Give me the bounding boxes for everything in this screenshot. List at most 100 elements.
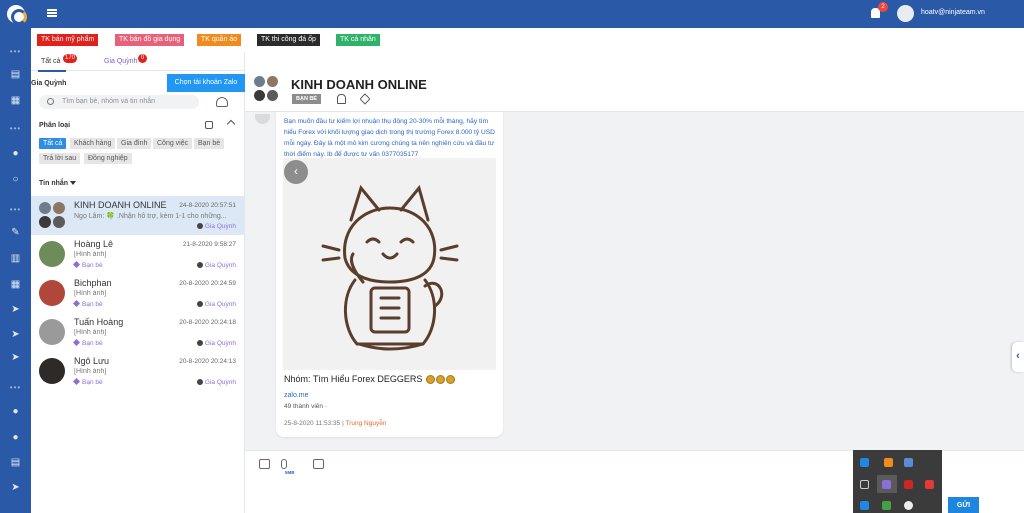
conversation-item[interactable]: Hoàng Lê 21-8-2020 9:58:27 [Hình ảnh] Bạ… (31, 235, 244, 274)
label-chip-customer[interactable]: Khách hàng (70, 138, 116, 149)
app-tray-icon[interactable] (860, 480, 869, 489)
clipboard-list-icon[interactable]: ▦ (0, 277, 31, 291)
image-upload-icon[interactable] (259, 459, 270, 469)
conversation-name: Ngô Lưu (74, 356, 110, 366)
conversation-owner: Gia Quỳnh (196, 340, 236, 347)
message-square-icon[interactable]: ▤ (0, 455, 31, 469)
label-chip-work[interactable]: Công việc (153, 138, 193, 149)
conversation-item[interactable]: Ngô Lưu 20-8-2020 20:24:13 [Hình ảnh] Bạ… (31, 352, 244, 391)
edit-icon[interactable]: ✎ (0, 225, 31, 239)
lucky-cat-image[interactable] (283, 158, 496, 370)
label-chip-all[interactable]: Tất cả (39, 138, 67, 149)
account-tag[interactable]: TK bán mỹ phẩm (37, 34, 99, 46)
group-name-text: Nhóm: Tìm Hiểu Forex DEGGERS (284, 374, 423, 384)
search-placeholder: Tìm bạn bè, nhóm và tin nhắn (62, 98, 155, 105)
choose-zalo-account-button[interactable]: Chọn tài khoản Zalo (167, 74, 245, 92)
group-avatar (39, 202, 65, 228)
file-size-limit: 5MB (285, 470, 295, 475)
money-bag-icon (445, 375, 455, 385)
app-tray-icon[interactable] (882, 480, 891, 489)
user-cog-icon[interactable]: ● (0, 404, 31, 418)
messages-section-title[interactable]: Tin nhắn (39, 180, 77, 187)
sender-avatar (255, 114, 270, 124)
search-icon (47, 98, 54, 105)
message-sender[interactable]: Trung Nguyễn (345, 420, 386, 427)
app-tray-icon[interactable] (904, 480, 913, 489)
avatar (39, 358, 65, 384)
chevron-left-icon[interactable]: ‹ (1012, 342, 1024, 372)
account-tag[interactable]: TK thi công đá ốp (257, 34, 320, 46)
send-button[interactable]: GỬI (948, 497, 979, 513)
group-avatar (254, 76, 265, 87)
send-icon[interactable]: ➤ (0, 350, 31, 364)
tab-all[interactable]: Tất cả 170 (37, 54, 78, 72)
account-tag[interactable]: TK bán đồ gia dụng (115, 34, 185, 46)
previous-image-button[interactable]: ‹ (284, 160, 308, 184)
label-chip-reply-later[interactable]: Trả lời sau (39, 153, 81, 164)
conversation-item[interactable]: Bichphan 20-8-2020 20:24:59 [Hình ảnh] B… (31, 274, 244, 313)
app-tray-icon[interactable] (882, 501, 891, 510)
clipboard-icon[interactable]: ▦ (0, 93, 31, 107)
app-tray-icon[interactable] (884, 458, 893, 467)
owner-name: Gia Quỳnh (204, 301, 236, 308)
chat-title: KINH DOANH ONLINE (291, 77, 427, 92)
group-avatar (254, 90, 265, 101)
paperclip-icon[interactable] (281, 459, 287, 469)
comment-icon[interactable]: ○ (0, 172, 31, 186)
conversation-name: KINH DOANH ONLINE (74, 200, 167, 210)
contact-card-icon[interactable]: ▤ (0, 67, 31, 81)
owner-avatar-icon (196, 340, 203, 347)
chevron-up-icon[interactable] (226, 119, 236, 129)
user-edit-icon[interactable]: ● (0, 430, 31, 444)
chat-bubbles-icon[interactable]: ● (0, 146, 31, 160)
tab-gia-quynh-label: Gia Quỳnh (104, 58, 138, 65)
app-tray-icon[interactable] (925, 480, 934, 489)
book-icon[interactable]: ▥ (0, 251, 31, 265)
conversation-label: Bạn bè (74, 379, 103, 386)
label-chip-family[interactable]: Gia đình (117, 138, 152, 149)
money-bag-icon (425, 375, 435, 385)
more-dots-icon: ••• (9, 46, 22, 56)
account-tag[interactable]: TK quần áo (197, 34, 242, 46)
person-icon[interactable] (337, 94, 346, 104)
avatar (39, 280, 65, 306)
contact-card-icon[interactable] (313, 459, 324, 469)
group-avatar (267, 90, 278, 101)
label-chip-colleague[interactable]: Đồng nghiệp (84, 153, 132, 164)
user-email[interactable]: hoatv@ninjateam.vn (921, 9, 985, 16)
filter-settings-icon[interactable] (205, 121, 213, 129)
money-bag-icon (435, 375, 445, 385)
conversation-preview: [Hình ảnh] (74, 368, 107, 375)
chat-header: KINH DOANH ONLINE BẠN BÈ (245, 52, 1024, 112)
tag-icon[interactable] (359, 93, 371, 105)
conversation-item[interactable]: Tuấn Hoàng 20-8-2020 20:24:18 [Hình ảnh]… (31, 313, 244, 352)
app-tray-icon[interactable] (904, 501, 913, 510)
send-icon[interactable]: ➤ (0, 327, 31, 341)
send-icon[interactable]: ➤ (0, 480, 31, 494)
label-chip-friends[interactable]: Bạn bè (194, 138, 225, 149)
account-tabs: Tất cả 170 Gia Quỳnh 0 (31, 52, 244, 72)
app-logo[interactable] (0, 0, 31, 28)
conversation-name: Tuấn Hoàng (74, 317, 124, 327)
member-count: 49 thành viên · (284, 403, 328, 410)
send-icon[interactable]: ➤ (0, 302, 31, 316)
menu-hamburger-icon[interactable] (47, 9, 57, 17)
tab-gia-quynh[interactable]: Gia Quỳnh 0 (104, 54, 147, 65)
app-tray-icon[interactable] (860, 458, 869, 467)
owner-name: Gia Quỳnh (204, 223, 236, 230)
conversation-time: 24-8-2020 20:57:51 (179, 202, 236, 209)
conversation-item[interactable]: KINH DOANH ONLINE 24-8-2020 20:57:51 Ngọ… (31, 196, 244, 235)
group-link[interactable]: zalo.me (284, 392, 309, 399)
conversation-time: 20-8-2020 20:24:13 (179, 358, 236, 365)
conversation-owner: Gia Quỳnh (196, 379, 236, 386)
app-tray-icon[interactable] (904, 458, 913, 467)
app-tray-icon[interactable] (860, 501, 869, 510)
owner-avatar-icon (196, 262, 203, 269)
conversation-name: Hoàng Lê (74, 239, 114, 249)
avatar[interactable] (897, 5, 914, 22)
conversation-label: Bạn bè (74, 340, 103, 347)
search-input[interactable]: Tìm bạn bè, nhóm và tin nhắn (39, 95, 199, 109)
conversation-preview: [Hình ảnh] (74, 251, 107, 258)
add-group-icon[interactable] (216, 97, 228, 107)
account-tag[interactable]: TK cá nhân (336, 34, 380, 46)
